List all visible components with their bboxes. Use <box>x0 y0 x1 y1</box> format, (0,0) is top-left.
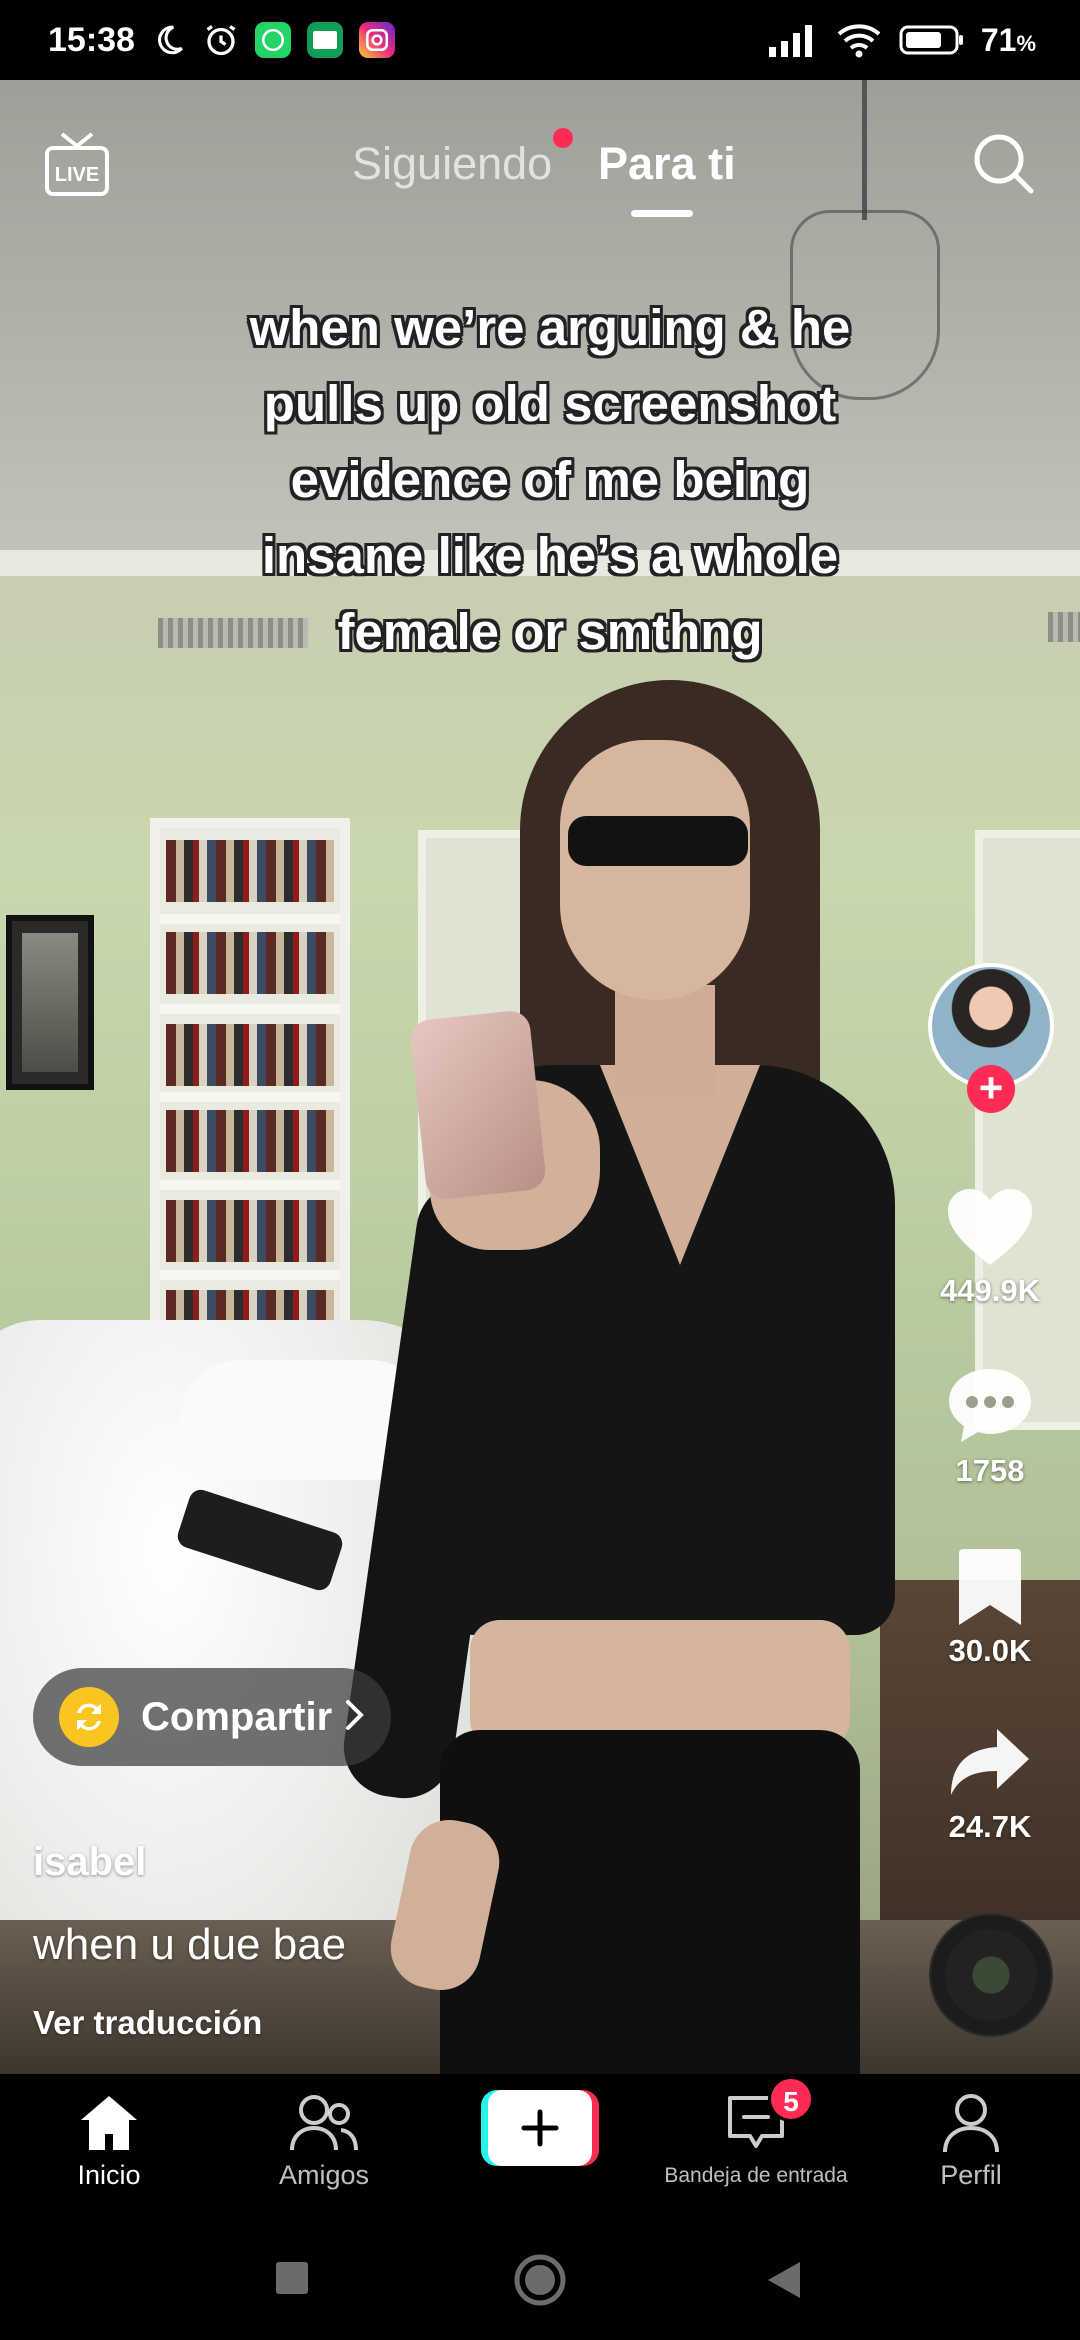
nav-label-inbox: Bandeja de entrada <box>664 2164 848 2187</box>
profile-icon <box>943 2094 999 2153</box>
like-count: 449.9K <box>940 1273 1040 1308</box>
video-overlay-text: when we’re arguing & he pulls up old scr… <box>150 290 950 670</box>
person-face <box>560 740 750 1000</box>
following-notification-dot <box>553 128 573 148</box>
svg-text:LIVE: LIVE <box>55 164 99 186</box>
video-books <box>166 1024 334 1086</box>
video-books <box>166 1200 334 1262</box>
video-door-right <box>975 830 1080 1430</box>
status-time: 15:38 <box>48 20 135 59</box>
nav-label-profile: Perfil <box>940 2160 1002 2190</box>
search-button[interactable] <box>970 130 1038 198</box>
active-tab-indicator <box>631 210 693 217</box>
status-left: 15:38 <box>48 21 395 60</box>
nav-item-profile[interactable]: Perfil <box>871 2092 1071 2191</box>
whatsapp-icon <box>254 22 291 58</box>
author-username[interactable]: isabel <box>33 1840 146 1885</box>
person-phone <box>408 1009 548 1201</box>
follow-button[interactable]: + <box>967 1065 1015 1113</box>
recents-button[interactable] <box>274 2260 310 2301</box>
heart-icon <box>948 1189 1032 1265</box>
recents-icon <box>276 2262 308 2294</box>
create-icon <box>488 2090 592 2166</box>
video-shelf <box>160 914 340 924</box>
share-count: 24.7K <box>948 1809 1032 1844</box>
plus-icon: + <box>978 1064 1004 1111</box>
chevron-right-icon <box>344 1698 366 1737</box>
wifi-icon <box>835 22 883 58</box>
overlay-line: evidence of me being <box>290 451 810 508</box>
person-sunglasses <box>568 816 748 866</box>
battery-percent: 71% <box>980 21 1036 58</box>
moon-icon <box>151 22 187 58</box>
tab-following[interactable]: Siguiendo <box>352 138 552 190</box>
alarm-icon <box>203 22 239 58</box>
classroom-icon <box>306 22 343 58</box>
video-books <box>166 932 334 994</box>
overlay-line: when we’re arguing & he <box>249 299 851 356</box>
back-triangle-icon <box>768 2262 800 2298</box>
bookmark-icon <box>959 1549 1021 1625</box>
signal-icon <box>767 22 819 58</box>
inbox-badge: 5 <box>768 2076 814 2122</box>
share-pill-label: Compartir <box>141 1694 333 1739</box>
person-neck <box>615 985 715 1095</box>
nav-label-friends: Amigos <box>278 2160 370 2190</box>
like-button[interactable]: 449.9K <box>918 1185 1062 1309</box>
top-nav: LIVE Siguiendo Para ti <box>0 80 1080 230</box>
video-shelf <box>160 1004 340 1014</box>
home-system-button[interactable] <box>512 2252 568 2313</box>
friends-icon <box>290 2095 358 2151</box>
search-icon <box>974 134 1034 194</box>
video-shelf <box>160 1092 340 1102</box>
status-bar: 15:38 71% <box>0 0 1080 80</box>
video-books <box>166 1110 334 1172</box>
video-picture-frame <box>6 915 94 1090</box>
nav-label-home: Inicio <box>77 2160 141 2190</box>
share-arrow-icon <box>951 1729 1029 1795</box>
video-shelf <box>160 1180 340 1190</box>
video-description: when u due bae <box>33 1920 347 1969</box>
comment-count: 1758 <box>955 1453 1025 1488</box>
tab-for-you[interactable]: Para ti <box>598 138 736 190</box>
bottom-nav: Inicio Amigos Bandeja de entrada Perfil <box>0 2074 1080 2230</box>
share-pill-button[interactable]: Compartir <box>33 1668 391 1766</box>
repost-icon <box>59 1687 119 1747</box>
comment-button[interactable]: 1758 <box>918 1365 1062 1489</box>
system-nav-bar <box>0 2230 1080 2340</box>
battery-icon <box>899 22 965 58</box>
person-pants <box>440 1730 860 2074</box>
video-books <box>166 840 334 902</box>
music-disc-icon[interactable] <box>931 1915 1051 2035</box>
live-button[interactable]: LIVE <box>44 128 110 200</box>
home-icon <box>81 2096 137 2150</box>
comment-icon <box>949 1369 1031 1442</box>
share-button[interactable]: 24.7K <box>918 1725 1062 1845</box>
create-button[interactable] <box>481 2090 599 2166</box>
video-vent-right <box>1048 612 1080 642</box>
see-translation-link[interactable]: Ver traducción <box>33 2004 262 2042</box>
overlay-line: pulls up old screenshot <box>263 375 837 432</box>
status-right: 71% <box>767 22 1036 59</box>
instagram-icon <box>358 22 395 58</box>
overlay-line: female or smthng <box>337 603 763 660</box>
save-count: 30.0K <box>948 1633 1032 1668</box>
nav-item-home[interactable]: Inicio <box>9 2092 209 2191</box>
live-icon: LIVE <box>45 132 109 196</box>
back-button[interactable] <box>764 2260 804 2305</box>
save-button[interactable]: 30.0K <box>918 1545 1062 1669</box>
overlay-line: insane like he’s a whole <box>261 527 839 584</box>
nav-item-inbox[interactable]: Bandeja de entrada <box>656 2092 856 2188</box>
nav-item-friends[interactable]: Amigos <box>224 2092 424 2191</box>
video-shelf <box>160 1270 340 1280</box>
circle-home-icon <box>514 2254 566 2306</box>
